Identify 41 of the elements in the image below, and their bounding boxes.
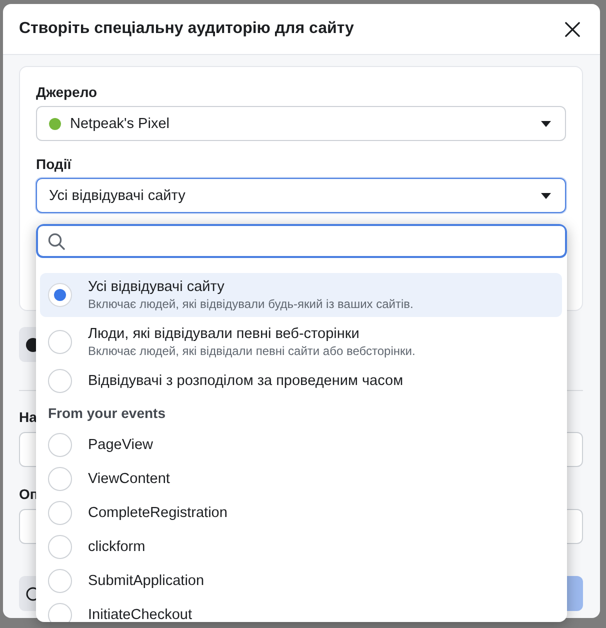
close-icon (564, 22, 580, 36)
field-label: На (19, 409, 37, 425)
option-label: CompleteRegistration (88, 504, 228, 522)
field-label: Джерело (36, 84, 98, 100)
radio-button[interactable] (48, 330, 72, 354)
option-label: SubmitApplication (88, 572, 204, 590)
radio-button[interactable] (48, 433, 72, 457)
option-label: clickform (88, 538, 146, 556)
radio-button[interactable] (48, 535, 72, 559)
events-select[interactable]: Усі відвідувачі сайту (36, 178, 566, 213)
menu-option[interactable]: ViewContent (40, 462, 562, 496)
option-label: InitiateCheckout (88, 606, 192, 622)
option-label: Люди, які відвідували певні веб-сторінки (88, 326, 360, 342)
menu-option[interactable]: CompleteRegistration (40, 496, 562, 530)
menu-option[interactable]: SubmitApplication (40, 564, 562, 598)
menu-option[interactable]: clickform (40, 530, 562, 564)
search-field[interactable] (36, 224, 567, 258)
option-label: Відвідувачі з розподілом за проведеним часом (88, 372, 404, 390)
option-label: Усі відвідувачі сайту (88, 278, 224, 296)
option-label: PageView (88, 436, 154, 454)
menu-option[interactable]: Усі відвідувачі сайту Включає людей, які відвідували будь-який із ваших сайтів. (40, 273, 562, 317)
option-label: ViewContent (88, 470, 170, 488)
radio-button[interactable] (48, 283, 72, 307)
menu-option[interactable]: Відвідувачі з розподілом за проведеним часом (40, 364, 562, 398)
search-icon (48, 232, 65, 250)
radio-button[interactable] (48, 467, 72, 491)
radio-button[interactable] (48, 569, 72, 593)
dialog-title: Створіть спеціальну аудиторію для сайту (19, 19, 354, 39)
caret-icon (541, 192, 551, 198)
option-description: Включає людей, які відвідували будь-який із ваших сайтів. (88, 296, 414, 312)
menu-option[interactable]: InitiateCheckout (40, 598, 562, 622)
menu-option[interactable]: Люди, які відвідували певні веб-сторінки Включає людей, які відвідали певні сайти або вебсторінки. (40, 320, 562, 364)
option-description: Включає людей, які відвідали певні сайти або вебсторінки. (88, 344, 416, 358)
radio-button[interactable] (48, 369, 72, 393)
radio-button[interactable] (48, 501, 72, 525)
field-label: Події (36, 156, 72, 172)
radio-button[interactable] (48, 603, 72, 622)
source-select[interactable]: Netpeak's Pixel (36, 106, 566, 141)
caret-icon (541, 120, 551, 126)
group-heading: From your events (48, 405, 166, 421)
menu-option[interactable]: PageView (40, 428, 562, 462)
